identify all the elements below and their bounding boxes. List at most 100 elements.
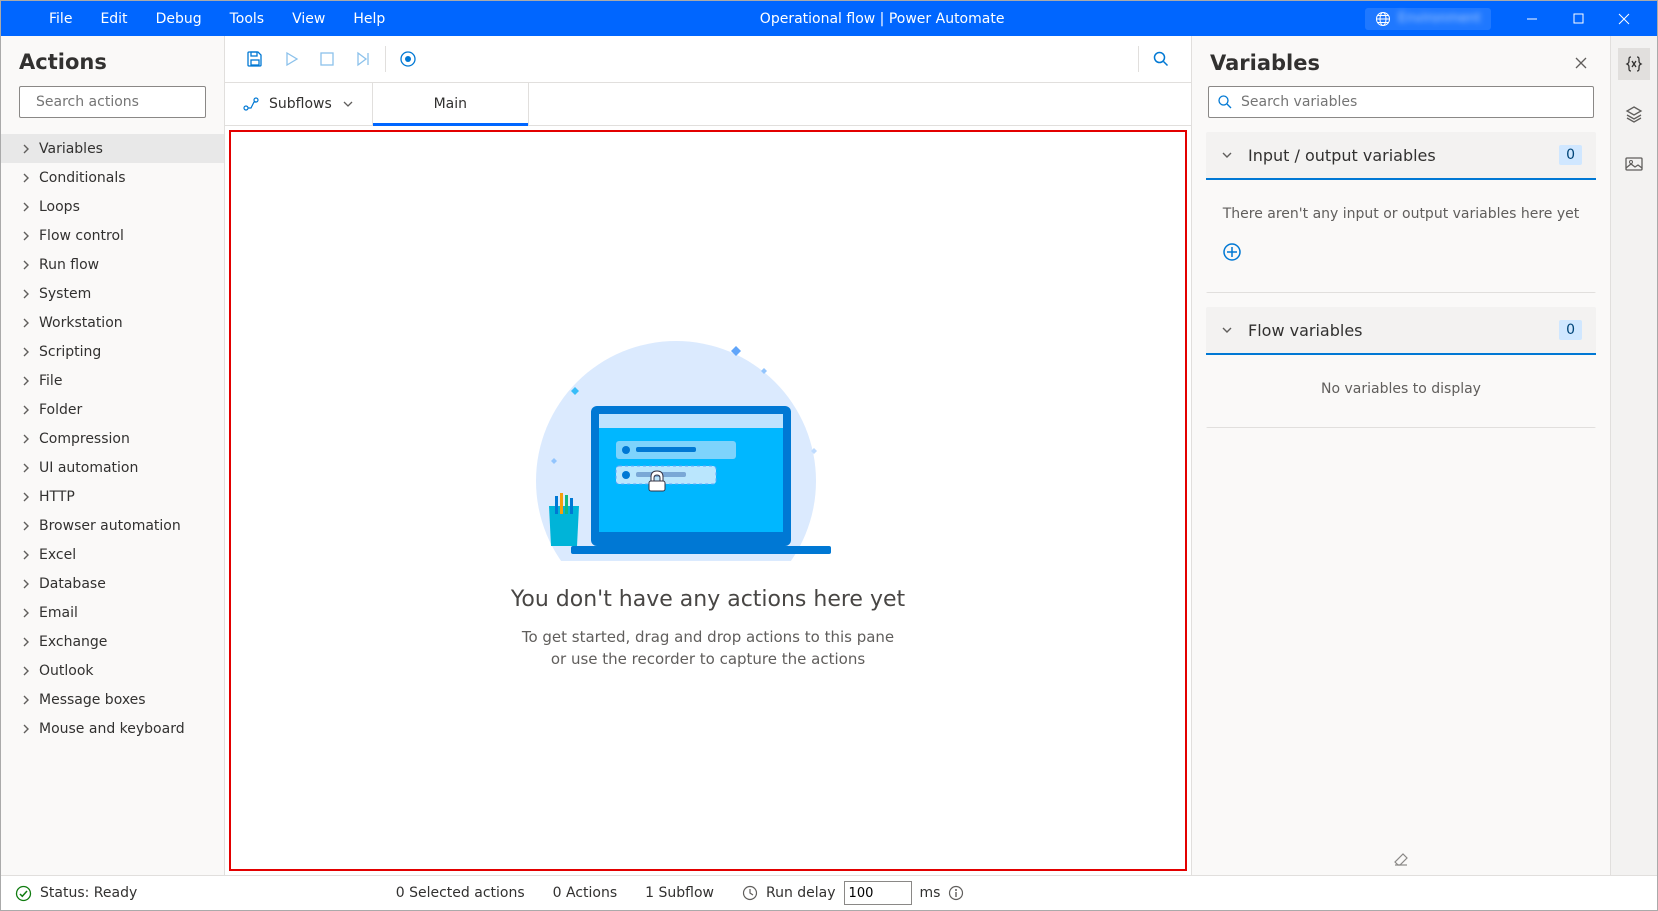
info-icon[interactable] [948, 885, 964, 901]
canvas-search-button[interactable] [1143, 41, 1179, 77]
menu-help[interactable]: Help [339, 11, 399, 27]
tree-label: Exchange [39, 634, 107, 650]
minimize-button[interactable] [1509, 1, 1555, 36]
tree-item-http[interactable]: HTTP [1, 482, 224, 511]
title-bar: File Edit Debug Tools View Help Operatio… [1, 1, 1657, 36]
stop-button[interactable] [309, 41, 345, 77]
tree-label: Compression [39, 431, 130, 447]
io-variables-toggle[interactable]: Input / output variables 0 [1206, 132, 1596, 180]
empty-title: You don't have any actions here yet [511, 587, 905, 612]
image-icon [1624, 154, 1644, 174]
actions-panel-title: Actions [1, 36, 224, 86]
run-delay-input[interactable] [844, 881, 912, 905]
tree-item-browser-automation[interactable]: Browser automation [1, 511, 224, 540]
save-button[interactable] [237, 41, 273, 77]
tree-item-exchange[interactable]: Exchange [1, 627, 224, 656]
status-subflows: 1 Subflow [645, 885, 714, 901]
canvas-empty-state: You don't have any actions here yet To g… [511, 331, 905, 671]
status-selected: 0 Selected actions [396, 885, 525, 901]
tree-item-scripting[interactable]: Scripting [1, 337, 224, 366]
tree-label: Excel [39, 547, 76, 563]
tree-label: HTTP [39, 489, 75, 505]
rail-variables-button[interactable] [1618, 48, 1650, 80]
actions-search-input[interactable] [36, 94, 210, 110]
actions-panel: Actions Variables Conditionals Loops Flo… [1, 36, 225, 875]
maximize-button[interactable] [1555, 1, 1601, 36]
window-title: Operational flow | Power Automate [399, 11, 1365, 27]
tree-label: Workstation [39, 315, 123, 331]
subflows-dropdown[interactable]: Subflows [225, 83, 373, 125]
search-icon [1217, 94, 1233, 110]
clock-icon [742, 885, 758, 901]
tree-label: Message boxes [39, 692, 146, 708]
tree-item-run-flow[interactable]: Run flow [1, 250, 224, 279]
tree-item-workstation[interactable]: Workstation [1, 308, 224, 337]
actions-tree[interactable]: Variables Conditionals Loops Flow contro… [1, 130, 224, 875]
tree-item-message-boxes[interactable]: Message boxes [1, 685, 224, 714]
tree-label: UI automation [39, 460, 138, 476]
tree-item-ui-automation[interactable]: UI automation [1, 453, 224, 482]
io-group-count: 0 [1559, 145, 1582, 165]
plus-circle-icon [1222, 242, 1242, 262]
chevron-down-icon [1220, 323, 1234, 337]
tab-label: Main [434, 96, 467, 112]
menu-debug[interactable]: Debug [142, 11, 216, 27]
actions-search[interactable] [19, 86, 206, 118]
tree-label: Scripting [39, 344, 101, 360]
tree-item-mouse-keyboard[interactable]: Mouse and keyboard [1, 714, 224, 743]
eraser-icon [1392, 851, 1410, 869]
variables-panel: Variables Input / output variables 0 The… [1192, 36, 1610, 875]
layers-icon [1624, 104, 1644, 124]
menu-view[interactable]: View [278, 11, 339, 27]
tree-item-database[interactable]: Database [1, 569, 224, 598]
menu-file[interactable]: File [35, 11, 86, 27]
flow-group-label: Flow variables [1248, 321, 1545, 340]
step-button[interactable] [345, 41, 381, 77]
tree-item-folder[interactable]: Folder [1, 395, 224, 424]
flow-variables-toggle[interactable]: Flow variables 0 [1206, 307, 1596, 355]
rail-ui-elements-button[interactable] [1618, 98, 1650, 130]
tree-label: Email [39, 605, 78, 621]
close-button[interactable] [1601, 1, 1647, 36]
variables-search-input[interactable] [1241, 94, 1585, 110]
flow-variables-group: Flow variables 0 No variables to display [1206, 307, 1596, 428]
right-rail [1610, 36, 1657, 875]
tree-item-flow-control[interactable]: Flow control [1, 221, 224, 250]
menu-edit[interactable]: Edit [86, 11, 141, 27]
variables-search[interactable] [1208, 86, 1594, 118]
tree-item-excel[interactable]: Excel [1, 540, 224, 569]
flow-canvas[interactable]: You don't have any actions here yet To g… [229, 130, 1187, 871]
designer-toolbar [225, 36, 1191, 83]
variables-panel-title: Variables [1210, 51, 1568, 75]
subflows-label: Subflows [269, 96, 332, 112]
braces-icon [1624, 54, 1644, 74]
tree-item-file[interactable]: File [1, 366, 224, 395]
tree-item-email[interactable]: Email [1, 598, 224, 627]
tree-item-variables[interactable]: Variables [1, 134, 224, 163]
tree-label: Folder [39, 402, 82, 418]
empty-illustration-icon [511, 331, 831, 561]
tab-main[interactable]: Main [373, 83, 529, 125]
tree-label: Loops [39, 199, 80, 215]
tree-item-system[interactable]: System [1, 279, 224, 308]
recorder-button[interactable] [390, 41, 426, 77]
add-io-variable-button[interactable] [1222, 242, 1580, 262]
tree-item-compression[interactable]: Compression [1, 424, 224, 453]
rail-images-button[interactable] [1618, 148, 1650, 180]
run-button[interactable] [273, 41, 309, 77]
variables-close-button[interactable] [1568, 50, 1594, 76]
tree-item-loops[interactable]: Loops [1, 192, 224, 221]
menu-tools[interactable]: Tools [216, 11, 279, 27]
environment-picker[interactable]: Environment [1365, 8, 1491, 30]
menu-bar: File Edit Debug Tools View Help [1, 11, 399, 27]
tree-label: Outlook [39, 663, 94, 679]
chevron-down-icon [342, 98, 354, 110]
chevron-down-icon [1220, 148, 1234, 162]
environment-name: Environment [1398, 11, 1481, 26]
clear-variables-button[interactable] [1192, 841, 1610, 875]
tree-item-outlook[interactable]: Outlook [1, 656, 224, 685]
flow-group-count: 0 [1559, 320, 1582, 340]
tree-item-conditionals[interactable]: Conditionals [1, 163, 224, 192]
tree-label: Mouse and keyboard [39, 721, 185, 737]
tree-label: Run flow [39, 257, 99, 273]
